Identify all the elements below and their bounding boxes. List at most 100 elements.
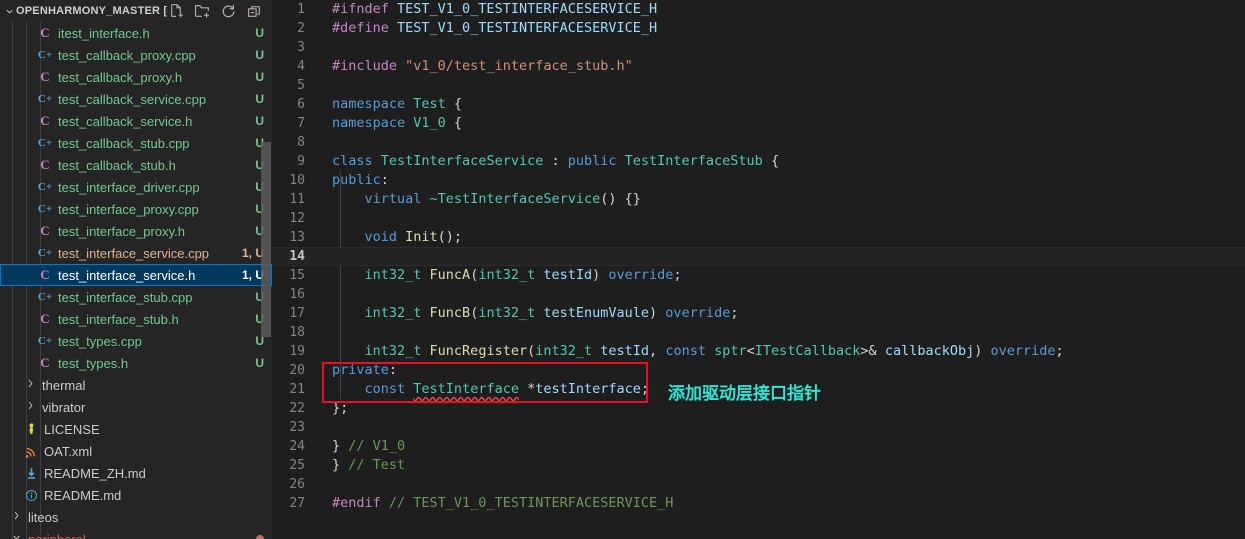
code-line[interactable]: 26 [272,475,1245,494]
code-token: private [332,362,389,378]
code-line-text[interactable]: class TestInterfaceService : public Test… [314,152,1245,171]
annotation-note: 添加驱动层接口指针 [668,384,821,404]
code-lines[interactable]: 1 #ifndef TEST_V1_0_TESTINTERFACESERVICE_… [272,0,1245,513]
tree-item-test-types-h[interactable]: Ctest_types.h U [0,352,272,374]
tree-item-label: vibrator [42,399,86,415]
tree-item-thermal[interactable]: thermal [0,374,272,396]
new-file-icon[interactable] [168,3,185,20]
tree-item-readme-md[interactable]: README.md [0,484,272,506]
collapse-all-icon[interactable] [246,3,263,20]
code-line[interactable]: 25} // Test [272,456,1245,475]
code-token: testInterface [535,381,641,397]
code-line[interactable]: 10 public: [272,171,1245,190]
code-line[interactable]: 9 class TestInterfaceService : public Tes… [272,152,1245,171]
code-line[interactable]: 20 private: [272,361,1245,380]
code-line-text[interactable] [314,247,1245,266]
tree-item-test-interface-proxy-cpp[interactable]: C+ test_interface_proxy.cpp U [0,198,272,220]
code-token: int32_t [364,343,430,359]
code-editor[interactable]: 1 #ifndef TEST_V1_0_TESTINTERFACESERVICE_… [272,0,1245,539]
code-line-text[interactable] [314,133,1245,152]
code-line-text[interactable] [314,285,1245,304]
file-tree[interactable]: Citest_interface.h U C+ test_callback_proxy… [0,22,272,539]
code-line[interactable]: 13 void Init(); [272,228,1245,247]
chevron-right-icon[interactable] [8,510,24,524]
code-line-text[interactable]: namespace Test { [314,95,1245,114]
tree-item-test-callback-proxy-h[interactable]: Ctest_callback_proxy.h U [0,66,272,88]
chevron-down-icon[interactable] [8,532,24,539]
cpp-header-icon: C [40,157,50,172]
tree-item-test-interface-service-cpp[interactable]: C+ test_interface_service.cpp 1, U [0,242,272,264]
code-line[interactable]: 6 namespace Test { [272,95,1245,114]
code-line-text[interactable]: #define TEST_V1_0_TESTINTERFACESERVICE_H [314,19,1245,38]
code-line-text[interactable]: #include "v1_0/test_interface_stub.h" [314,57,1245,76]
refresh-icon[interactable] [220,3,237,20]
code-line-text[interactable]: int32_t FuncB(int32_t testEnumVaule) ove… [314,304,1245,323]
code-line-text[interactable]: } // V1_0 [314,437,1245,456]
code-line-text[interactable]: namespace V1_0 { [314,114,1245,133]
code-line-text[interactable] [314,38,1245,57]
tree-item-itest-interface-h[interactable]: Citest_interface.h U [0,22,272,44]
code-line-text[interactable]: #ifndef TEST_V1_0_TESTINTERFACESERVICE_H [314,0,1245,19]
code-line-text[interactable]: virtual ~TestInterfaceService() {} [314,190,1245,209]
code-line[interactable]: 3 [272,38,1245,57]
tree-item-test-interface-driver-cpp[interactable]: C+ test_interface_driver.cpp U [0,176,272,198]
code-line[interactable]: 19 int32_t FuncRegister(int32_t testId, … [272,342,1245,361]
tree-item-test-callback-stub-h[interactable]: Ctest_callback_stub.h U [0,154,272,176]
tree-item-test-callback-proxy-cpp[interactable]: C+ test_callback_proxy.cpp U [0,44,272,66]
tree-item-test-callback-stub-cpp[interactable]: C+ test_callback_stub.cpp U [0,132,272,154]
code-line[interactable]: 8 [272,133,1245,152]
tree-item-liteos[interactable]: liteos [0,506,272,528]
code-line[interactable]: 12 [272,209,1245,228]
code-line-text[interactable]: int32_t FuncRegister(int32_t testId, con… [314,342,1245,361]
code-line-text[interactable]: void Init(); [314,228,1245,247]
code-line[interactable]: 27 #endif // TEST_V1_0_TESTINTERFACESERVI… [272,494,1245,513]
code-line[interactable]: 4 #include "v1_0/test_interface_stub.h" [272,57,1245,76]
code-line[interactable]: 5 [272,76,1245,95]
tree-item-peripheral[interactable]: peripheral [0,528,272,539]
tree-item-test-interface-stub-h[interactable]: Ctest_interface_stub.h U [0,308,272,330]
tree-item-label: OAT.xml [44,443,93,459]
tree-item-label: test_callback_service.h [58,113,193,129]
new-folder-icon[interactable] [194,3,211,20]
code-line[interactable]: 18 [272,323,1245,342]
code-line[interactable]: 7 namespace V1_0 { [272,114,1245,133]
tree-item-test-interface-stub-cpp[interactable]: C+ test_interface_stub.cpp U [0,286,272,308]
explorer-header[interactable]: OPENHARMONY_MASTER [S... [0,0,272,22]
chevron-down-icon[interactable] [2,4,16,18]
code-line-text[interactable] [314,209,1245,228]
code-line-text[interactable]: } // Test [314,456,1245,475]
chevron-right-icon[interactable] [22,400,38,414]
code-line-text[interactable] [314,76,1245,95]
code-line-text[interactable] [314,323,1245,342]
code-line-text[interactable]: int32_t FuncA(int32_t testId) override; [314,266,1245,285]
tree-item-test-callback-service-cpp[interactable]: C+ test_callback_service.cpp U [0,88,272,110]
code-token: () {} [600,191,641,207]
tree-item-test-types-cpp[interactable]: C+ test_types.cpp U [0,330,272,352]
tree-item-test-interface-proxy-h[interactable]: Ctest_interface_proxy.h U [0,220,272,242]
tree-item-test-callback-service-h[interactable]: Ctest_callback_service.h U [0,110,272,132]
code-line[interactable]: 14 [272,247,1245,266]
tree-item-license[interactable]: LICENSE [0,418,272,440]
tree-item-oat-xml[interactable]: OAT.xml [0,440,272,462]
sidebar-scrollbar[interactable] [261,142,271,337]
code-line[interactable]: 17 int32_t FuncB(int32_t testEnumVaule) … [272,304,1245,323]
code-line-text[interactable] [314,418,1245,437]
code-line[interactable]: 2 #define TEST_V1_0_TESTINTERFACESERVICE_… [272,19,1245,38]
tree-item-vibrator[interactable]: vibrator [0,396,272,418]
code-line[interactable]: 1 #ifndef TEST_V1_0_TESTINTERFACESERVICE_… [272,0,1245,19]
tree-item-readme-zh-md[interactable]: README_ZH.md [0,462,272,484]
code-line-text[interactable]: private: [314,361,1245,380]
code-line-text[interactable]: #endif // TEST_V1_0_TESTINTERFACESERVICE… [314,494,1245,513]
code-line[interactable]: 11 virtual ~TestInterfaceService() {} [272,190,1245,209]
code-line-text[interactable]: public: [314,171,1245,190]
code-token: public [567,153,625,169]
tree-item-test-interface-service-h[interactable]: Ctest_interface_service.h 1, U [0,264,272,286]
code-line[interactable]: 23 [272,418,1245,437]
code-line[interactable]: 24} // V1_0 [272,437,1245,456]
chevron-right-icon[interactable] [22,378,38,392]
code-token: override [608,267,674,283]
code-line[interactable]: 15 int32_t FuncA(int32_t testId) overrid… [272,266,1245,285]
code-line[interactable]: 16 [272,285,1245,304]
code-line-text[interactable] [314,475,1245,494]
